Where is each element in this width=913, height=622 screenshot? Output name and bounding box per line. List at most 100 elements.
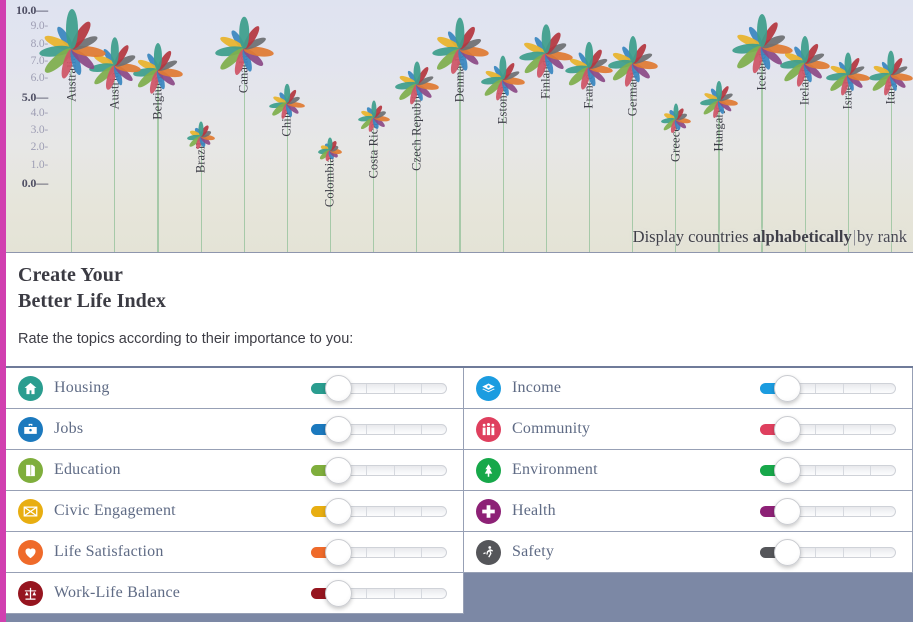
heart-icon	[18, 540, 43, 565]
topic-row-income[interactable]: Income	[464, 368, 913, 409]
country-flower[interactable]: Hungary	[697, 0, 741, 252]
scales-icon	[18, 581, 43, 606]
country-flower[interactable]: Chile	[265, 0, 309, 252]
topic-row-work-life-balance[interactable]: Work-Life Balance	[6, 573, 464, 614]
topic-row-environment[interactable]: Environment	[464, 450, 913, 491]
topic-row-safety[interactable]: Safety	[464, 532, 913, 573]
flower-petal	[845, 52, 852, 75]
importance-slider[interactable]	[311, 586, 447, 600]
country-flower-chart: 10.0—9.0-8.0-7.0-6.0-5.0—4.0-3.0-2.0-1.0…	[6, 0, 913, 252]
flower-petal	[66, 9, 78, 49]
flower-petal	[199, 121, 204, 136]
topic-row-jobs[interactable]: Jobs	[6, 409, 464, 450]
country-flower[interactable]: Germany	[611, 0, 655, 252]
briefcase-icon	[18, 417, 43, 442]
y-axis-tick: 3.0-	[6, 124, 48, 136]
slider-knob[interactable]	[774, 416, 801, 443]
slider-tick	[815, 548, 816, 557]
page-header: Create Your Better Life Index Rate the t…	[6, 252, 913, 366]
importance-slider[interactable]	[311, 422, 447, 436]
topic-label: Civic Engagement	[54, 502, 176, 520]
country-flower[interactable]: Ireland	[783, 0, 827, 252]
importance-slider[interactable]	[760, 381, 896, 395]
display-mode-alphabetically[interactable]: alphabetically	[753, 227, 852, 246]
y-axis-tick: 8.0-	[6, 38, 48, 50]
people-icon	[476, 417, 501, 442]
slider-tick	[815, 507, 816, 516]
slider-knob[interactable]	[325, 539, 352, 566]
money-icon	[476, 376, 501, 401]
slider-knob[interactable]	[325, 498, 352, 525]
importance-slider[interactable]	[311, 545, 447, 559]
slider-tick	[870, 425, 871, 434]
flower-petal	[413, 61, 420, 84]
slider-knob[interactable]	[774, 457, 801, 484]
topic-label: Education	[54, 461, 121, 479]
topic-row-housing[interactable]: Housing	[6, 368, 464, 409]
slider-tick	[394, 548, 395, 557]
country-flower[interactable]: Iceland	[740, 0, 784, 252]
slider-tick	[870, 384, 871, 393]
country-flower[interactable]: Australia	[50, 0, 94, 252]
slider-knob[interactable]	[774, 539, 801, 566]
page-title-line2: Better Life Index	[18, 290, 166, 312]
flower-petal	[628, 36, 636, 63]
country-flower[interactable]: Greece	[654, 0, 698, 252]
topic-row-civic-engagement[interactable]: Civic Engagement	[6, 491, 464, 532]
topic-label: Health	[512, 502, 556, 520]
slider-tick	[394, 425, 395, 434]
y-axis: 10.0—9.0-8.0-7.0-6.0-5.0—4.0-3.0-2.0-1.0…	[6, 0, 50, 252]
country-flower[interactable]: Costa Rica	[352, 0, 396, 252]
country-flower[interactable]: Colombia	[308, 0, 352, 252]
country-flower[interactable]: France	[567, 0, 611, 252]
slider-tick	[421, 548, 422, 557]
topic-row-education[interactable]: Education	[6, 450, 464, 491]
y-axis-tick: 4.0-	[6, 107, 48, 119]
country-flower[interactable]: Austria	[93, 0, 137, 252]
country-flower[interactable]: Italy	[869, 0, 913, 252]
country-flower[interactable]: Finland	[524, 0, 568, 252]
slider-knob[interactable]	[325, 580, 352, 607]
slider-knob[interactable]	[774, 375, 801, 402]
topic-row-life-satisfaction[interactable]: Life Satisfaction	[6, 532, 464, 573]
importance-slider[interactable]	[760, 504, 896, 518]
country-flower[interactable]: Brazil	[179, 0, 223, 252]
country-label: Colombia	[323, 157, 338, 207]
country-flower[interactable]: Israel	[826, 0, 870, 252]
slider-tick	[870, 466, 871, 475]
better-life-index-app: 10.0—9.0-8.0-7.0-6.0-5.0—4.0-3.0-2.0-1.0…	[0, 0, 913, 622]
slider-knob[interactable]	[325, 457, 352, 484]
country-flower[interactable]: Czech Republic	[395, 0, 439, 252]
topic-rating-grid: HousingIncomeJobsCommunity Education Envir…	[6, 366, 913, 622]
y-axis-tick: 6.0-	[6, 72, 48, 84]
y-axis-tick: 5.0—	[6, 90, 48, 105]
display-order-toggle[interactable]: Display countries alphabetically|by rank	[633, 227, 907, 247]
slider-knob[interactable]	[774, 498, 801, 525]
display-mode-by-rank[interactable]: by rank	[857, 227, 907, 246]
slider-tick	[843, 466, 844, 475]
slider-knob[interactable]	[325, 416, 352, 443]
flower-petal	[371, 100, 376, 117]
importance-slider[interactable]	[760, 463, 896, 477]
importance-slider[interactable]	[760, 422, 896, 436]
topic-label: Environment	[512, 461, 598, 479]
slider-tick	[815, 425, 816, 434]
importance-slider[interactable]	[311, 381, 447, 395]
importance-slider[interactable]	[760, 545, 896, 559]
slider-tick	[394, 507, 395, 516]
topic-label: Work-Life Balance	[54, 584, 180, 602]
country-flower[interactable]: Belgium	[136, 0, 180, 252]
slider-tick	[366, 507, 367, 516]
slider-tick	[843, 507, 844, 516]
slider-tick	[843, 384, 844, 393]
topic-row-community[interactable]: Community	[464, 409, 913, 450]
importance-slider[interactable]	[311, 463, 447, 477]
country-flower[interactable]: Canada	[222, 0, 266, 252]
slider-tick	[421, 466, 422, 475]
topic-row-health[interactable]: Health	[464, 491, 913, 532]
flower-petal	[673, 104, 678, 120]
slider-knob[interactable]	[325, 375, 352, 402]
country-flower[interactable]: Estonia	[481, 0, 525, 252]
importance-slider[interactable]	[311, 504, 447, 518]
country-flower[interactable]: Denmark	[438, 0, 482, 252]
